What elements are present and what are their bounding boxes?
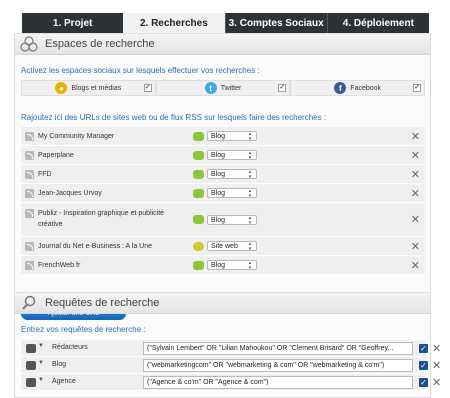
delete-icon[interactable]: ✕ xyxy=(411,130,420,143)
url-name: Journal du Net e-Business : A la Une xyxy=(38,242,153,250)
search-icon xyxy=(19,295,39,311)
delete-icon[interactable]: ✕ xyxy=(432,376,441,389)
url-name: Paperplane xyxy=(38,151,74,159)
query-input[interactable]: ("Sylvain Lembert" OR "Lilian Mahoukou" … xyxy=(143,342,413,355)
url-type-select[interactable]: Blog xyxy=(207,131,257,141)
space-facebook[interactable]: f Facebook ✓ xyxy=(290,80,426,96)
blogs-icon: ● xyxy=(55,82,68,94)
url-type-select[interactable]: Blog xyxy=(207,150,257,160)
spaces-section-header: Espaces de recherche xyxy=(15,33,430,55)
tab-recherches[interactable]: 2. Recherches xyxy=(123,13,225,33)
space-blogs-medias[interactable]: ● Blogs et médias ✓ xyxy=(21,80,156,96)
space-facebook-label: Facebook xyxy=(350,84,382,92)
url-name: FFD xyxy=(38,170,52,178)
urls-hint: Rajoutez ici des URLs de sites web ou de… xyxy=(21,113,327,122)
query-label: Blog xyxy=(52,361,67,368)
website-type-icon xyxy=(193,241,204,251)
agency-icon[interactable] xyxy=(26,378,36,387)
rss-icon xyxy=(25,188,34,198)
url-row: My Community Manager Blog ✕ xyxy=(21,127,425,146)
query-row: ▼ Agence ("Agence & co'm" OR "Agence & c… xyxy=(21,374,441,391)
query-input[interactable]: ("Agence & co'm" OR "Agence & com") xyxy=(143,376,413,389)
space-twitter[interactable]: t Twitter ✓ xyxy=(155,80,291,96)
url-list: My Community Manager Blog ✕ Paperplane B… xyxy=(21,127,425,275)
url-name: My Community Manager xyxy=(38,132,115,140)
delete-icon[interactable]: ✕ xyxy=(411,187,420,200)
space-twitter-label: Twitter xyxy=(220,84,242,92)
url-type-select[interactable]: Blog xyxy=(207,214,257,225)
rss-icon xyxy=(25,260,34,270)
query-list: ▼ Rédacteurs ("Sylvain Lembert" OR "Lili… xyxy=(21,340,441,391)
url-row: Jean-Jacques Urvoy Blog ✕ xyxy=(21,184,425,203)
url-type-select[interactable]: Blog xyxy=(207,169,257,179)
rss-icon xyxy=(25,150,34,160)
query-row: ▼ Rédacteurs ("Sylvain Lembert" OR "Lili… xyxy=(21,340,441,357)
query-checkbox[interactable]: ✓ xyxy=(419,361,428,370)
rss-icon xyxy=(25,131,34,141)
chevron-down-icon[interactable]: ▼ xyxy=(38,343,44,349)
spaces-hint: Activez les espaces sociaux sur lesquels… xyxy=(21,66,260,75)
space-blogs-checkbox[interactable]: ✓ xyxy=(143,84,152,92)
url-row: FrenchWeb.fr Blog ✕ xyxy=(21,256,425,275)
url-row: Publiz - Inspiration graphique et public… xyxy=(21,203,425,237)
spaces-title: Espaces de recherche xyxy=(45,38,155,50)
query-checkbox[interactable]: ✓ xyxy=(419,344,428,353)
blog-type-icon xyxy=(193,260,204,270)
chevron-down-icon[interactable]: ▼ xyxy=(38,360,44,366)
chevron-down-icon[interactable]: ▼ xyxy=(38,377,44,383)
twitter-icon: t xyxy=(204,82,217,94)
spaces-icon xyxy=(19,36,39,52)
blog-icon[interactable] xyxy=(26,361,36,370)
blog-type-icon xyxy=(193,188,204,198)
queries-section-header: Requêtes de recherche xyxy=(15,292,430,314)
delete-icon[interactable]: ✕ xyxy=(411,168,420,181)
url-row: Paperplane Blog ✕ xyxy=(21,146,425,165)
person-icon[interactable] xyxy=(26,344,36,353)
url-type-select[interactable]: Blog xyxy=(207,188,257,198)
blog-type-icon xyxy=(193,215,204,224)
url-row: FFD Blog ✕ xyxy=(21,165,425,184)
query-label: Agence xyxy=(52,378,76,385)
delete-icon[interactable]: ✕ xyxy=(411,240,420,253)
query-label: Rédacteurs xyxy=(52,344,88,351)
social-spaces: ● Blogs et médias ✓ t Twitter ✓ f Facebo… xyxy=(21,80,426,96)
rss-icon xyxy=(25,169,34,179)
blog-type-icon xyxy=(193,150,204,160)
blog-type-icon xyxy=(193,131,204,141)
space-blogs-label: Blogs et médias xyxy=(71,84,122,92)
delete-icon[interactable]: ✕ xyxy=(432,359,441,372)
delete-icon[interactable]: ✕ xyxy=(432,342,441,355)
rss-icon xyxy=(25,209,34,218)
queries-hint: Entrez vos requêtes de recherche : xyxy=(21,325,146,334)
blog-type-icon xyxy=(193,169,204,179)
tab-deploiement[interactable]: 4. Déploiement xyxy=(326,13,429,33)
facebook-icon: f xyxy=(334,82,347,94)
query-checkbox[interactable]: ✓ xyxy=(419,378,428,387)
url-row: Journal du Net e-Business : A la Une Sit… xyxy=(21,237,425,256)
url-type-select[interactable]: Blog xyxy=(207,260,257,270)
delete-icon[interactable]: ✕ xyxy=(411,259,420,272)
space-twitter-checkbox[interactable]: ✓ xyxy=(278,84,287,92)
queries-title: Requêtes de recherche xyxy=(45,297,160,309)
url-name: Publiz - Inspiration graphique et public… xyxy=(38,210,165,228)
tab-comptes-sociaux[interactable]: 3. Comptes Sociaux xyxy=(224,13,327,33)
query-row: ▼ Blog ("webmarketingcom" OR "webmarketi… xyxy=(21,357,441,374)
query-input[interactable]: ("webmarketingcom" OR "webmarketing & co… xyxy=(143,359,413,372)
url-name: FrenchWeb.fr xyxy=(38,261,81,269)
space-facebook-checkbox[interactable]: ✓ xyxy=(413,84,422,92)
url-name: Jean-Jacques Urvoy xyxy=(38,189,102,197)
delete-icon[interactable]: ✕ xyxy=(411,149,420,162)
delete-icon[interactable]: ✕ xyxy=(411,213,420,226)
tab-projet[interactable]: 1. Projet xyxy=(22,13,124,33)
step-tabs: 1. Projet 2. Recherches 3. Comptes Socia… xyxy=(22,13,429,33)
search-panel: Espaces de recherche Activez les espaces… xyxy=(14,33,441,398)
url-type-select[interactable]: Site web xyxy=(207,241,257,251)
rss-icon xyxy=(25,241,34,251)
